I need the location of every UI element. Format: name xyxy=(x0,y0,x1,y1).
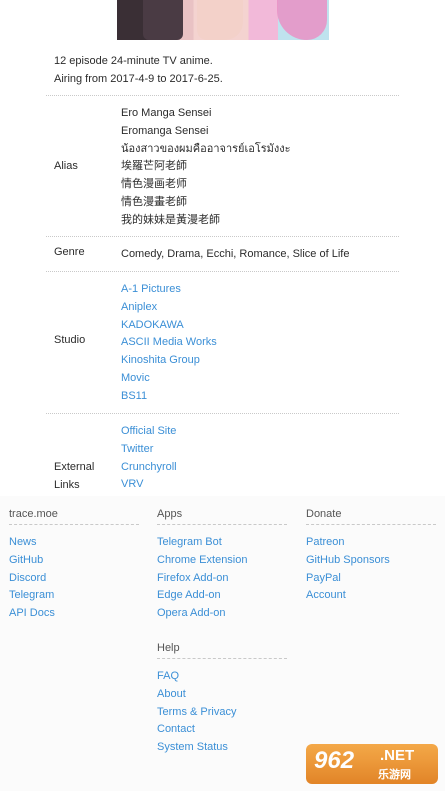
alias-value: น้องสาวของผมคืออาจารย์เอโรมังงะ xyxy=(121,142,291,155)
episode-info: 12 episode 24-minute TV anime. xyxy=(54,55,213,67)
footer-apps-links: Telegram Bot Chrome Extension Firefox Ad… xyxy=(157,534,287,623)
alias-value: 我的妹妹是黃漫老師 xyxy=(121,213,220,226)
alias-value: 埃羅芒阿老師 xyxy=(121,160,187,173)
footer-col-donate: Donate Patreon GitHub Sponsors PayPal Ac… xyxy=(306,508,436,605)
footer-link-contact[interactable]: Contact xyxy=(157,721,287,739)
external-link[interactable]: Crunchyroll xyxy=(121,459,177,477)
footer-site-title: trace.moe xyxy=(9,508,139,525)
studio-link[interactable]: Movic xyxy=(121,370,217,388)
alias-label: Alias xyxy=(54,160,78,172)
external-link[interactable]: Twitter xyxy=(121,441,177,459)
footer-link-news[interactable]: News xyxy=(9,534,139,552)
footer-link-patreon[interactable]: Patreon xyxy=(306,534,436,552)
footer-help-title: Help xyxy=(157,642,287,659)
anime-description: 12 episode 24-minute TV anime. Airing fr… xyxy=(54,52,223,88)
alias-value: 情色漫畫老師 xyxy=(121,195,187,208)
footer-donate-title: Donate xyxy=(306,508,436,525)
footer-link-paypal[interactable]: PayPal xyxy=(306,570,436,588)
alias-value: Eromanga Sensei xyxy=(121,124,209,137)
genre-value: Comedy, Drama, Ecchi, Romance, Slice of … xyxy=(121,248,350,260)
footer-link-edge-addon[interactable]: Edge Add-on xyxy=(157,587,287,605)
anime-poster-image xyxy=(117,0,329,40)
alias-value: 情色漫画老师 xyxy=(121,178,187,191)
genre-label: Genre xyxy=(54,246,85,258)
studio-link[interactable]: Kinoshita Group xyxy=(121,352,217,370)
footer-link-telegram-bot[interactable]: Telegram Bot xyxy=(157,534,287,552)
studio-link[interactable]: Aniplex xyxy=(121,299,217,317)
footer-site-links: News GitHub Discord Telegram API Docs xyxy=(9,534,139,623)
external-links-row: External Links Official Site Twitter Cru… xyxy=(46,413,399,504)
footer-link-terms-privacy[interactable]: Terms & Privacy xyxy=(157,704,287,722)
external-links-label: External Links xyxy=(54,461,95,491)
studio-link[interactable]: BS11 xyxy=(121,388,217,406)
studio-label: Studio xyxy=(54,334,86,346)
footer-link-account[interactable]: Account xyxy=(306,587,436,605)
footer-link-faq[interactable]: FAQ xyxy=(157,668,287,686)
studio-row: Studio A-1 Pictures Aniplex KADOKAWA ASC… xyxy=(46,271,399,413)
footer-link-github[interactable]: GitHub xyxy=(9,552,139,570)
external-link[interactable]: Official Site xyxy=(121,423,177,441)
anime-info-table: Alias Ero Manga Sensei Eromanga Sensei น… xyxy=(46,95,399,504)
footer-link-system-status[interactable]: System Status xyxy=(157,739,287,757)
footer-col-apps: Apps Telegram Bot Chrome Extension Firef… xyxy=(157,508,287,623)
footer-link-chrome-extension[interactable]: Chrome Extension xyxy=(157,552,287,570)
alias-value: Ero Manga Sensei xyxy=(121,107,212,119)
footer-link-about[interactable]: About xyxy=(157,686,287,704)
footer-col-site: trace.moe News GitHub Discord Telegram A… xyxy=(9,508,139,623)
external-link[interactable]: VRV xyxy=(121,476,177,494)
alias-row: Alias Ero Manga Sensei Eromanga Sensei น… xyxy=(46,95,399,236)
airing-dates: Airing from 2017-4-9 to 2017-6-25. xyxy=(54,73,223,85)
alias-values: Ero Manga Sensei Eromanga Sensei น้องสาว… xyxy=(121,105,291,230)
footer-link-api-docs[interactable]: API Docs xyxy=(9,605,139,623)
footer-donate-links: Patreon GitHub Sponsors PayPal Account xyxy=(306,534,436,605)
footer-col-help: Help FAQ About Terms & Privacy Contact S… xyxy=(157,642,287,757)
footer-apps-title: Apps xyxy=(157,508,287,525)
genre-row: Genre Comedy, Drama, Ecchi, Romance, Sli… xyxy=(46,236,399,271)
external-links-values: Official Site Twitter Crunchyroll VRV xyxy=(121,423,177,494)
footer-link-opera-addon[interactable]: Opera Add-on xyxy=(157,605,287,623)
studio-link[interactable]: ASCII Media Works xyxy=(121,334,217,352)
footer-help-links: FAQ About Terms & Privacy Contact System… xyxy=(157,668,287,757)
watermark-logo: 962 .NET 乐游网 xyxy=(306,744,438,784)
studio-link[interactable]: KADOKAWA xyxy=(121,317,217,335)
footer-link-firefox-addon[interactable]: Firefox Add-on xyxy=(157,570,287,588)
studio-values: A-1 Pictures Aniplex KADOKAWA ASCII Medi… xyxy=(121,281,217,406)
footer-link-discord[interactable]: Discord xyxy=(9,570,139,588)
footer-link-github-sponsors[interactable]: GitHub Sponsors xyxy=(306,552,436,570)
studio-link[interactable]: A-1 Pictures xyxy=(121,281,217,299)
genre-values: Comedy, Drama, Ecchi, Romance, Slice of … xyxy=(121,246,349,264)
footer-link-telegram[interactable]: Telegram xyxy=(9,587,139,605)
